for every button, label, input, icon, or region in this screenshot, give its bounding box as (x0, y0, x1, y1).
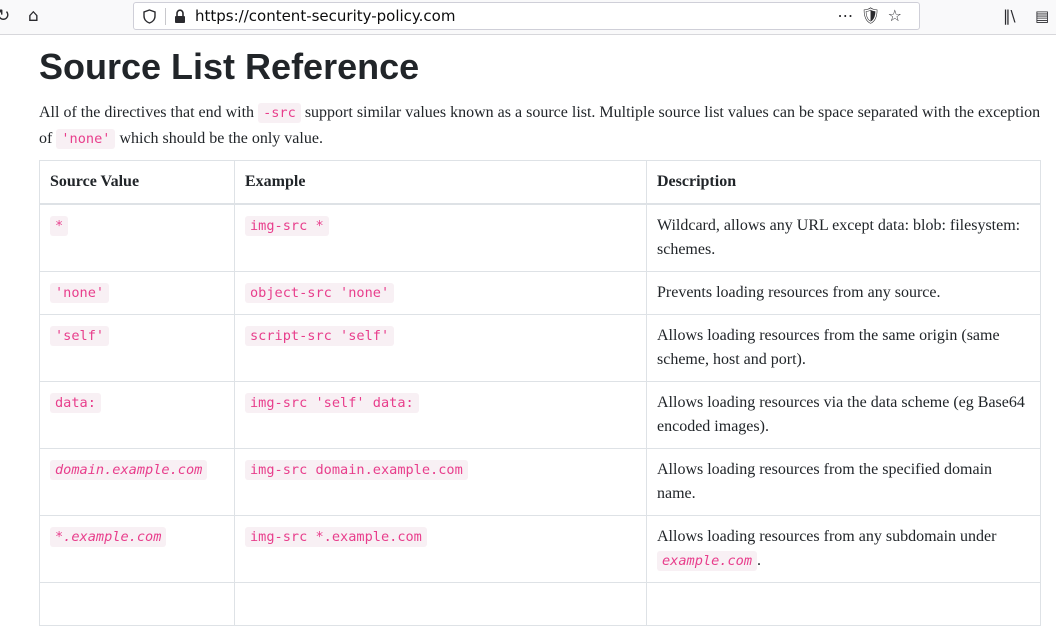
table-row: 'self' script-src 'self' Allows loading … (39, 314, 1041, 382)
source-cell: 'self' (39, 314, 235, 382)
description-cell: Allows loading resources from the specif… (646, 448, 1041, 516)
source-cell (39, 582, 235, 626)
table-header-row: Source Value Example Description (39, 160, 1041, 205)
example-cell: img-src 'self' data: (234, 381, 647, 449)
source-cell: data: (39, 381, 235, 449)
example-cell: img-src domain.example.com (234, 448, 647, 516)
ellipsis-icon[interactable]: ⋯ (837, 6, 860, 25)
intro-paragraph: All of the directives that end with -src… (39, 100, 1049, 152)
description-cell: Allows loading resources from any subdom… (646, 515, 1041, 583)
description-cell: Allows loading resources from the same o… (646, 314, 1041, 382)
reload-icon[interactable]: ↻ (0, 5, 10, 27)
example-value: img-src 'self' data: (245, 393, 419, 413)
description-code: example.com (657, 551, 758, 571)
example-value: script-src 'self' (245, 326, 395, 346)
url-separator (165, 8, 166, 25)
example-cell: img-src * (234, 203, 647, 272)
table-row: *.example.com img-src *.example.com Allo… (39, 515, 1041, 583)
source-value: 'self' (50, 326, 110, 346)
source-value: data: (50, 393, 101, 413)
source-value: *.example.com (50, 527, 167, 547)
browser-toolbar: ↻ ⌂ https://content-security-policy.com … (0, 0, 1056, 35)
url-actions: ⋯🛡☆ (837, 6, 909, 25)
example-cell: object-src 'none' (234, 271, 647, 315)
intro-text: All of the directives that end with (39, 104, 259, 121)
source-list-table: Source Value Example Description * img-s… (39, 160, 1041, 626)
example-cell: img-src *.example.com (234, 515, 647, 583)
description-end: . (757, 552, 762, 569)
source-cell: 'none' (39, 271, 235, 315)
home-icon[interactable]: ⌂ (28, 5, 39, 27)
table-row: * img-src * Wildcard, allows any URL exc… (39, 203, 1041, 272)
url-text[interactable]: https://content-security-policy.com (195, 7, 455, 26)
header-example: Example (234, 160, 647, 205)
example-value: object-src 'none' (245, 283, 395, 303)
code-none: 'none' (56, 129, 116, 149)
source-cell: domain.example.com (39, 448, 235, 516)
example-value: img-src * (245, 216, 329, 236)
header-description: Description (646, 160, 1041, 205)
example-cell (234, 582, 647, 626)
star-icon[interactable]: ☆ (888, 6, 909, 25)
example-value: img-src domain.example.com (245, 460, 468, 480)
table-row: 'none' object-src 'none' Prevents loadin… (39, 271, 1041, 315)
description-text: Allows loading resources from any subdom… (657, 528, 997, 545)
description-cell: Wildcard, allows any URL except data: bl… (646, 203, 1041, 272)
example-cell: script-src 'self' (234, 314, 647, 382)
lock-icon[interactable] (174, 9, 186, 24)
intro-text: which should be the only value. (115, 130, 323, 147)
table-row-partial (39, 582, 1041, 626)
description-cell: Prevents loading resources from any sour… (646, 271, 1041, 315)
example-value: img-src *.example.com (245, 527, 427, 547)
description-cell: Allows loading resources via the data sc… (646, 381, 1041, 449)
source-value: 'none' (50, 283, 110, 303)
header-source-value: Source Value (39, 160, 235, 205)
tracking-shield-icon[interactable] (143, 9, 156, 24)
source-cell: * (39, 203, 235, 272)
page-title: Source List Reference (39, 46, 420, 87)
sidebar-icon[interactable]: ▤ (1035, 5, 1049, 27)
description-cell (646, 582, 1041, 626)
table-row: data: img-src 'self' data: Allows loadin… (39, 381, 1041, 449)
url-bar[interactable]: https://content-security-policy.com ⋯🛡☆ (133, 2, 920, 30)
pocket-icon[interactable]: 🛡 (860, 6, 887, 25)
source-value: * (50, 216, 69, 236)
code-src: -src (258, 103, 301, 123)
source-value: domain.example.com (50, 460, 208, 480)
library-icon[interactable]: ‖\ (1003, 5, 1016, 27)
table-row: domain.example.com img-src domain.exampl… (39, 448, 1041, 516)
source-cell: *.example.com (39, 515, 235, 583)
